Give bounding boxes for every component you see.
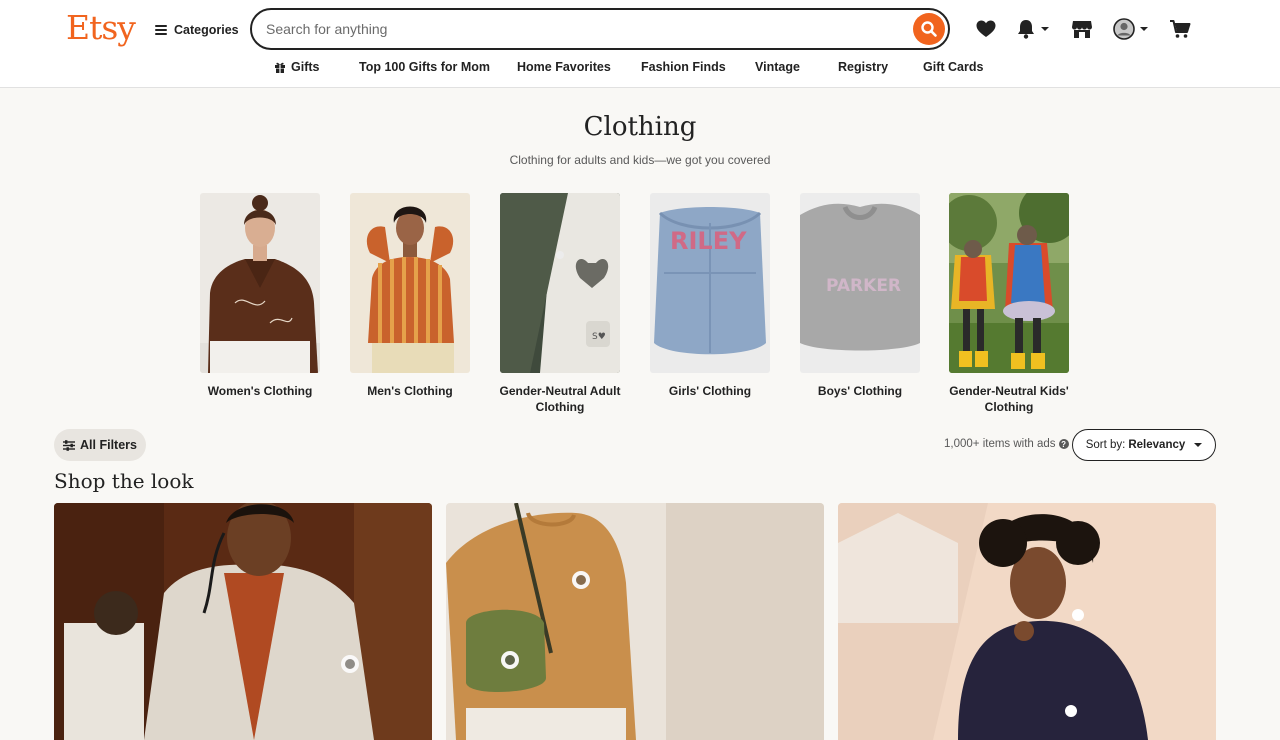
chevron-down-icon (1041, 27, 1049, 31)
product-hotspot[interactable] (572, 571, 590, 589)
menu-icon (155, 25, 167, 35)
site-header: Etsy Categories Search for anything Gift… (0, 0, 1280, 88)
category-label: Gender-Neutral Adult Clothing (499, 384, 621, 414)
category-tile-gender-neutral-kids[interactable]: Gender-Neutral Kids' Clothing (949, 193, 1069, 415)
sort-dropdown[interactable]: Sort by: Relevancy (1072, 429, 1216, 461)
category-label: Boys' Clothing (817, 384, 903, 398)
search-input[interactable] (266, 19, 886, 39)
chevron-down-icon (1194, 443, 1203, 447)
sort-prefix: Sort by: (1085, 439, 1126, 451)
product-hotspot[interactable] (1072, 609, 1084, 621)
look-card-1[interactable] (54, 503, 432, 740)
etsy-logo[interactable]: Etsy (66, 8, 136, 47)
product-hotspot[interactable] (341, 655, 359, 673)
category-subnav: Gifts Top 100 Gifts for Mom Home Favorit… (0, 60, 1280, 78)
search-bar (250, 8, 950, 50)
page-subtitle: Clothing for adults and kids—we got you … (509, 153, 771, 167)
sort-value: Relevancy (1128, 439, 1186, 451)
category-image (350, 193, 470, 373)
product-hotspot[interactable] (501, 651, 519, 669)
category-tile-girls[interactable]: RILEY Girls' Clothing (650, 193, 770, 399)
search-icon (921, 21, 937, 37)
category-image (200, 193, 320, 373)
subnav-label: Gifts (291, 60, 320, 74)
category-image: RILEY (650, 193, 770, 373)
subnav-vintage[interactable]: Vintage (755, 60, 800, 74)
cart-icon (1170, 20, 1191, 38)
category-tile-gender-neutral-adult[interactable]: S♥ Gender-Neutral Adult Clothing (500, 193, 620, 415)
all-filters-label: All Filters (80, 438, 137, 452)
notifications-button[interactable] (1016, 16, 1049, 42)
look-card-2[interactable] (446, 503, 824, 740)
subnav-home-favorites[interactable]: Home Favorites (517, 60, 611, 74)
category-tile-boys[interactable]: PARKER Boys' Clothing (800, 193, 920, 399)
categories-label: Categories (174, 23, 239, 37)
chevron-down-icon (1140, 27, 1148, 31)
look-image (54, 503, 432, 740)
account-button[interactable] (1113, 16, 1148, 42)
search-button[interactable] (913, 13, 945, 45)
avatar-icon (1113, 18, 1135, 40)
look-card-3[interactable] (838, 503, 1216, 740)
subnav-top-100-gifts[interactable]: Top 100 Gifts for Mom (359, 60, 490, 74)
subnav-fashion-finds[interactable]: Fashion Finds (641, 60, 726, 74)
cart-button[interactable] (1169, 16, 1191, 42)
gift-icon (275, 62, 285, 73)
categories-button[interactable]: Categories (155, 20, 239, 40)
favorites-button[interactable] (975, 16, 997, 42)
embroidered-name: RILEY (670, 227, 747, 255)
category-tile-mens[interactable]: Men's Clothing (350, 193, 470, 399)
bell-icon (1018, 20, 1034, 39)
subnav-gifts[interactable]: Gifts (274, 60, 319, 74)
result-count-text: 1,000+ items with ads (944, 438, 1056, 450)
subnav-gift-cards[interactable]: Gift Cards (923, 60, 983, 74)
shop-manager-icon (1072, 21, 1092, 38)
category-image: PARKER (800, 193, 920, 373)
subnav-registry[interactable]: Registry (838, 60, 888, 74)
embroidered-name: PARKER (826, 276, 901, 296)
category-image (949, 193, 1069, 373)
category-label: Women's Clothing (207, 384, 313, 398)
category-image: S♥ (500, 193, 620, 373)
all-filters-button[interactable]: All Filters (54, 429, 146, 461)
help-icon[interactable]: ? (1058, 439, 1069, 449)
page-title: Clothing (583, 112, 697, 142)
result-count: 1,000+ items with ads ? (944, 438, 1069, 450)
product-hotspot[interactable] (1065, 705, 1077, 717)
category-tile-womens[interactable]: Women's Clothing (200, 193, 320, 399)
heart-icon (976, 20, 996, 37)
category-label: Men's Clothing (367, 384, 453, 398)
look-image (838, 503, 1216, 740)
svg-text:S♥: S♥ (592, 332, 606, 342)
category-label: Gender-Neutral Kids' Clothing (949, 384, 1069, 414)
shop-the-look-heading: Shop the look (54, 469, 194, 493)
filter-sliders-icon (63, 439, 76, 451)
look-image (446, 503, 824, 740)
category-label: Girls' Clothing (668, 384, 752, 398)
shop-manager-button[interactable] (1071, 16, 1093, 42)
